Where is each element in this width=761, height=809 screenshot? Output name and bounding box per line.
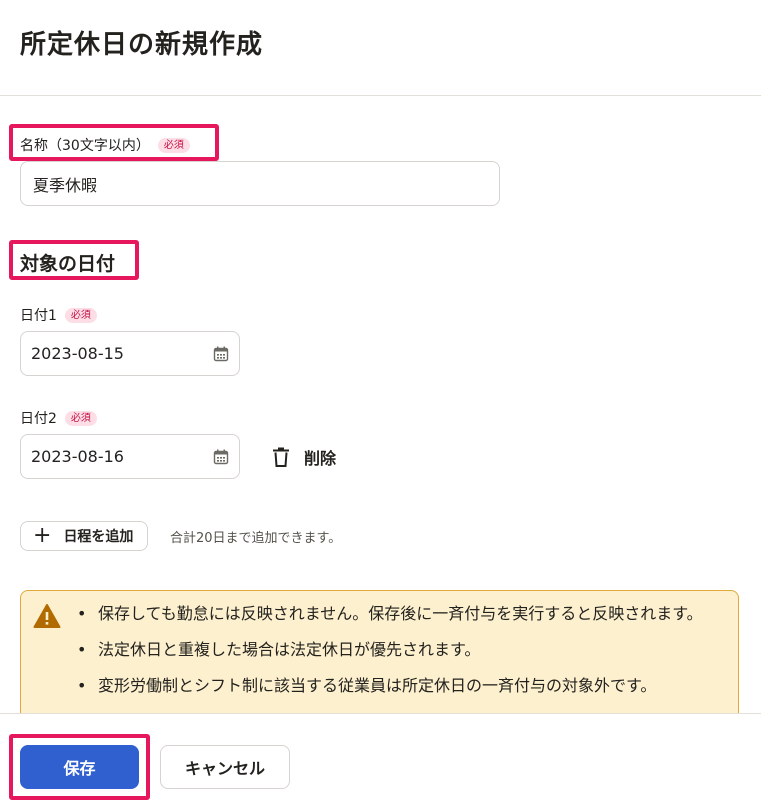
add-schedule-note: 合計20日まで追加できます。 <box>170 531 342 546</box>
save-button[interactable]: 保存 <box>20 745 139 789</box>
name-label-text: 名称（30文字以内） <box>20 138 150 154</box>
delete-label: 削除 <box>304 449 337 468</box>
calendar-icon[interactable] <box>213 346 229 362</box>
name-input-value: 夏季休暇 <box>33 175 98 195</box>
required-badge: 必須 <box>64 307 97 323</box>
date2-label: 日付2 必須 <box>20 408 97 428</box>
date2-label-text: 日付2 <box>20 411 57 427</box>
warning-alert: 保存しても勤怠には反映されません。保存後に一斉付与を実行すると反映されます。 法… <box>20 590 739 730</box>
alert-item: 保存しても勤怠には反映されません。保存後に一斉付与を実行すると反映されます。 <box>77 601 732 627</box>
required-badge: 必須 <box>157 137 190 153</box>
add-schedule-button[interactable]: + 日程を追加 <box>20 521 148 551</box>
date1-label-text: 日付1 <box>20 308 57 324</box>
date1-value: 2023-08-15 <box>31 344 124 363</box>
cancel-button[interactable]: キャンセル <box>160 745 290 789</box>
calendar-icon[interactable] <box>213 449 229 465</box>
date1-input[interactable]: 2023-08-15 <box>20 331 240 376</box>
name-label: 名称（30文字以内） 必須 <box>20 135 190 155</box>
alert-item: 変形労働制とシフト制に該当する従業員は所定休日の一斉付与の対象外です。 <box>77 673 732 699</box>
date1-label: 日付1 必須 <box>20 305 97 325</box>
alert-item: 法定休日と重複した場合は法定休日が優先されます。 <box>77 637 732 663</box>
add-schedule-label: 日程を追加 <box>63 529 134 545</box>
date2-value: 2023-08-16 <box>31 447 124 466</box>
plus-icon: + <box>33 523 52 548</box>
trash-icon <box>273 447 289 467</box>
alert-list: 保存しても勤怠には反映されません。保存後に一斉付与を実行すると反映されます。 法… <box>77 601 732 709</box>
date2-input[interactable]: 2023-08-16 <box>20 434 240 479</box>
page-header: 所定休日の新規作成 <box>0 0 761 96</box>
page-title: 所定休日の新規作成 <box>20 30 264 60</box>
required-badge: 必須 <box>64 410 97 426</box>
name-input[interactable]: 夏季休暇 <box>20 161 500 206</box>
delete-date-button[interactable]: 削除 <box>272 441 336 473</box>
dates-section-title: 対象の日付 <box>20 253 116 275</box>
footer-bar: 保存 キャンセル <box>0 713 761 809</box>
warning-icon <box>33 604 61 628</box>
